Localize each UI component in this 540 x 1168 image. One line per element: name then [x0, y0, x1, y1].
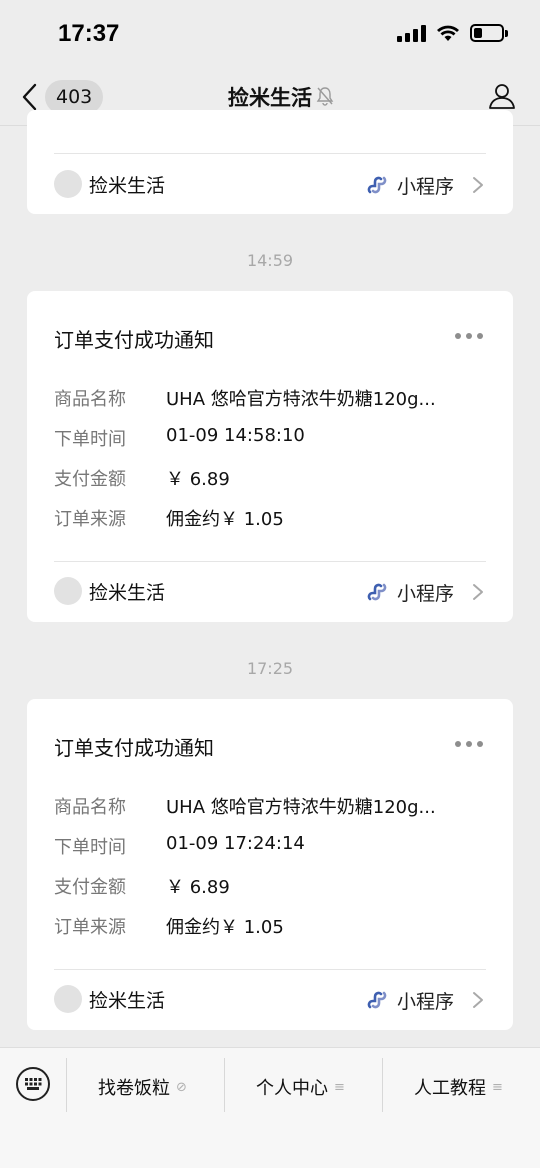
- menu-lines-icon: ≡: [492, 1079, 503, 1095]
- field-product-name: 商品名称 UHA 悠哈官方特浓牛奶糖120g...: [54, 793, 436, 819]
- account-name: 捡米生活: [89, 990, 166, 1012]
- mini-program-icon: [367, 176, 387, 194]
- menu-item-label: 人工教程: [414, 1078, 486, 1099]
- muted-bell-icon: [316, 87, 334, 106]
- order-notification-card[interactable]: 订单支付成功通知 商品名称 UHA 悠哈官方特浓牛奶糖120g... 下单时间 …: [27, 291, 513, 622]
- menu-item-personal-center[interactable]: 个人中心 ≡: [256, 1074, 345, 1100]
- field-label: 订单来源: [54, 917, 126, 938]
- card-footer[interactable]: 捡米生活 小程序: [54, 164, 486, 204]
- message-timestamp: 17:25: [246, 659, 294, 678]
- menu-separator: [382, 1058, 383, 1112]
- account-name: 捡米生活: [89, 175, 166, 197]
- field-payment-amount: 支付金额 ￥ 6.89: [54, 873, 230, 899]
- field-label: 下单时间: [54, 837, 126, 858]
- menu-separator: [66, 1058, 67, 1112]
- field-label: 支付金额: [54, 877, 126, 898]
- field-value: UHA 悠哈官方特浓牛奶糖120g...: [166, 389, 436, 410]
- chevron-right-icon: [473, 177, 483, 193]
- chevron-right-icon: [473, 992, 483, 1008]
- field-label: 商品名称: [54, 389, 126, 410]
- card-divider: [54, 153, 486, 154]
- field-label: 订单来源: [54, 509, 126, 530]
- card-footer[interactable]: 捡米生活 小程序: [54, 571, 486, 611]
- menu-item-find-coupons[interactable]: 找卷饭粒 ⊘: [98, 1074, 187, 1100]
- account-avatar: [54, 985, 82, 1013]
- message-card-partial[interactable]: 捡米生活 小程序: [27, 110, 513, 214]
- wifi-icon: [437, 25, 459, 41]
- card-title: 订单支付成功通知: [54, 328, 214, 352]
- card-title: 订单支付成功通知: [54, 736, 214, 760]
- link-icon: ⊘: [176, 1079, 187, 1095]
- field-value: ￥ 6.89: [166, 469, 230, 490]
- menu-item-tutorial[interactable]: 人工教程 ≡: [414, 1074, 503, 1100]
- more-options-icon[interactable]: [455, 741, 483, 747]
- field-label: 下单时间: [54, 429, 126, 450]
- chat-title: 捡米生活: [228, 86, 312, 110]
- menu-item-label: 个人中心: [256, 1078, 328, 1099]
- field-value: 01-09 17:24:14: [166, 833, 305, 854]
- bottom-menu-bar: 找卷饭粒 ⊘ 个人中心 ≡ 人工教程 ≡: [0, 1047, 540, 1168]
- more-options-icon[interactable]: [455, 333, 483, 339]
- field-value: ￥ 6.89: [166, 877, 230, 898]
- field-payment-amount: 支付金额 ￥ 6.89: [54, 465, 230, 491]
- field-value: 佣金约￥ 1.05: [166, 509, 284, 530]
- mini-program-label: 小程序: [396, 991, 454, 1013]
- keyboard-toggle-icon[interactable]: [16, 1067, 50, 1101]
- mini-program-label: 小程序: [396, 176, 454, 198]
- message-timestamp: 14:59: [246, 251, 294, 270]
- account-avatar: [54, 170, 82, 198]
- mini-program-icon: [367, 583, 387, 601]
- order-notification-card[interactable]: 订单支付成功通知 商品名称 UHA 悠哈官方特浓牛奶糖120g... 下单时间 …: [27, 699, 513, 1030]
- field-label: 商品名称: [54, 797, 126, 818]
- cellular-signal-icon: [397, 24, 426, 42]
- profile-icon[interactable]: [488, 82, 516, 110]
- status-time: 17:37: [58, 20, 120, 47]
- chevron-right-icon: [473, 584, 483, 600]
- field-order-source: 订单来源 佣金约￥ 1.05: [54, 913, 284, 939]
- account-name: 捡米生活: [89, 582, 166, 604]
- field-label: 支付金额: [54, 469, 126, 490]
- field-value: 01-09 14:58:10: [166, 425, 305, 446]
- mini-program-icon: [367, 991, 387, 1009]
- status-icons: [397, 24, 508, 42]
- menu-separator: [224, 1058, 225, 1112]
- account-avatar: [54, 577, 82, 605]
- field-value: 佣金约￥ 1.05: [166, 917, 284, 938]
- field-order-time: 下单时间 01-09 17:24:14: [54, 833, 305, 859]
- menu-lines-icon: ≡: [334, 1079, 345, 1095]
- battery-icon: [470, 24, 508, 42]
- field-value: UHA 悠哈官方特浓牛奶糖120g...: [166, 797, 436, 818]
- mini-program-label: 小程序: [396, 583, 454, 605]
- field-order-time: 下单时间 01-09 14:58:10: [54, 425, 305, 451]
- card-divider: [54, 969, 486, 970]
- card-footer[interactable]: 捡米生活 小程序: [54, 979, 486, 1019]
- field-order-source: 订单来源 佣金约￥ 1.05: [54, 505, 284, 531]
- menu-item-label: 找卷饭粒: [98, 1078, 170, 1099]
- field-product-name: 商品名称 UHA 悠哈官方特浓牛奶糖120g...: [54, 385, 436, 411]
- status-bar: 17:37: [0, 0, 540, 70]
- card-divider: [54, 561, 486, 562]
